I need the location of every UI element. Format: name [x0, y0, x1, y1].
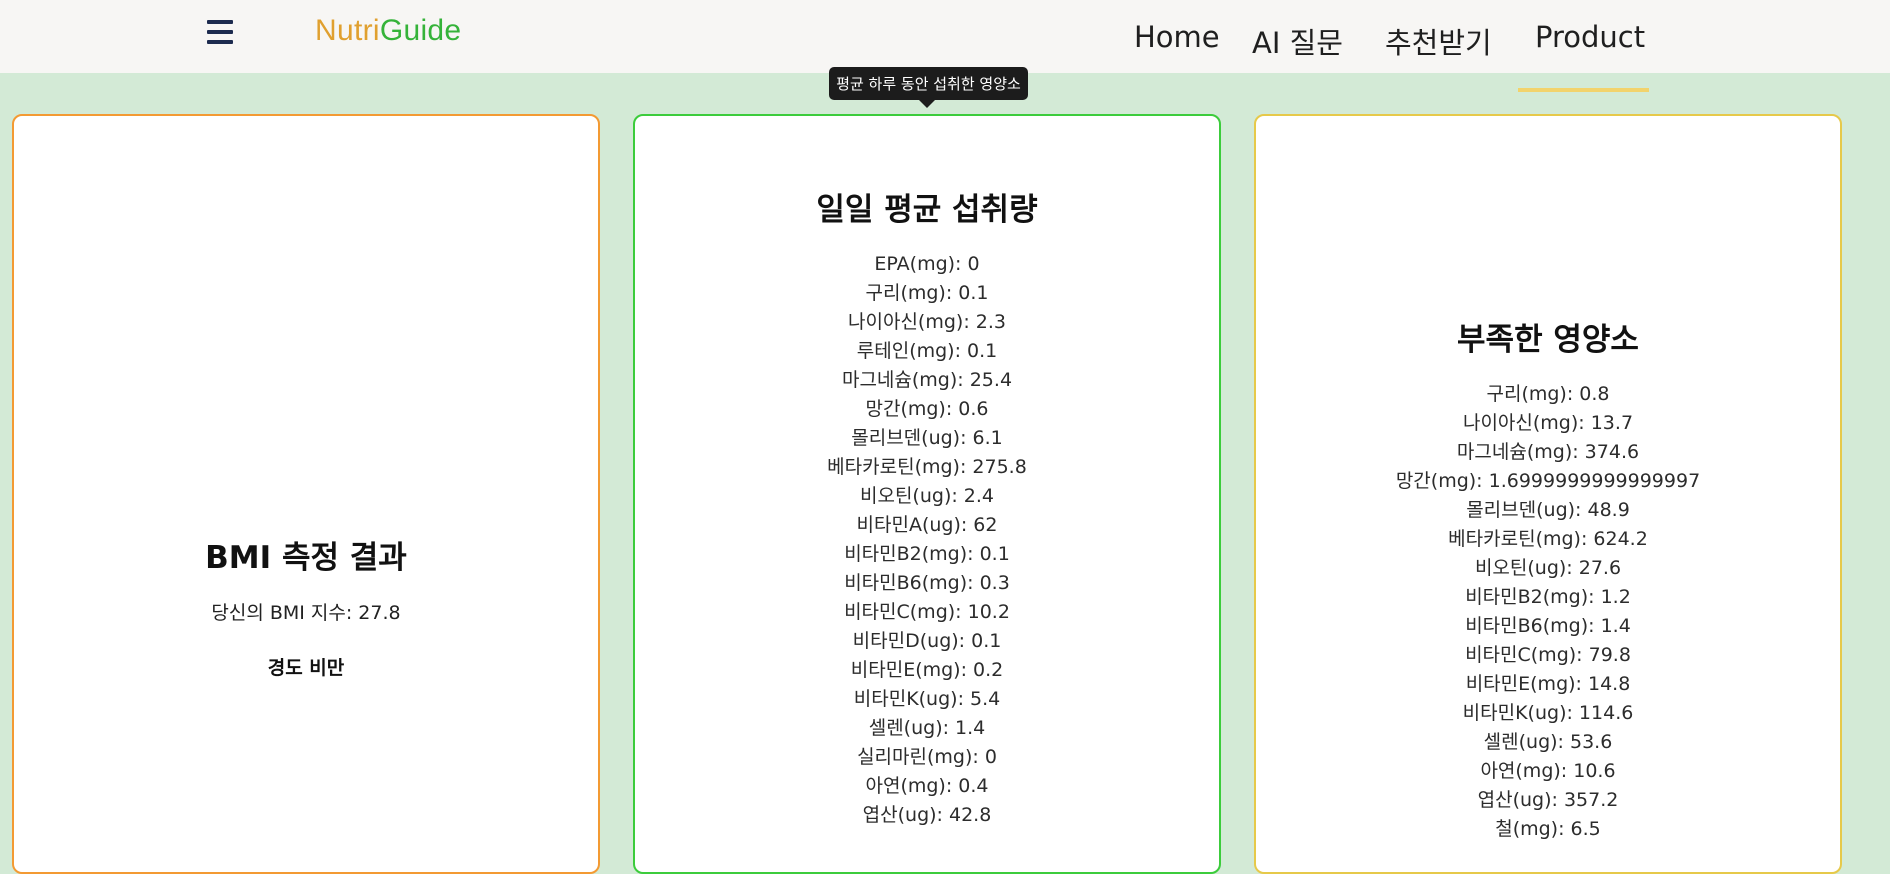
list-item: 나이아신(mg): 2.3 [848, 311, 1006, 333]
list-item: 베타카로틴(mg): 624.2 [1448, 528, 1648, 550]
list-item: 망간(mg): 0.6 [865, 398, 989, 420]
list-item: 몰리브덴(ug): 48.9 [1466, 499, 1630, 521]
list-item: 비타민D(ug): 0.1 [852, 630, 1002, 652]
daily-intake-list: EPA(mg): 0 구리(mg): 0.1 나이아신(mg): 2.3 루테인… [635, 250, 1219, 830]
list-item: 베타카로틴(mg): 275.8 [827, 456, 1027, 478]
nav-link-product[interactable]: Product [1535, 20, 1645, 54]
list-item: 비오틴(ug): 27.6 [1474, 557, 1622, 579]
list-item: 아연(mg): 0.4 [865, 775, 989, 797]
top-navbar: NutriGuide Home AI 질문 추천받기 Product [0, 0, 1890, 73]
list-item: 비타민B2(mg): 1.2 [1465, 586, 1631, 608]
list-item: 구리(mg): 0.8 [1486, 383, 1610, 405]
nav-links: Home AI 질문 추천받기 Product [0, 20, 1890, 60]
nav-active-underline [1518, 88, 1649, 92]
list-item: 셀렌(ug): 53.6 [1483, 731, 1613, 753]
list-item: 비타민B6(mg): 0.3 [844, 572, 1010, 594]
bmi-result-card: BMI 측정 결과 당신의 BMI 지수: 27.8 경도 비만 [12, 114, 600, 874]
list-item: 비타민C(mg): 79.8 [1465, 644, 1631, 666]
lack-card-title: 부족한 영양소 [1457, 322, 1639, 358]
lacking-nutrients-list: 구리(mg): 0.8 나이아신(mg): 13.7 마그네슘(mg): 374… [1256, 380, 1840, 844]
list-item: 루테인(mg): 0.1 [856, 340, 998, 362]
list-item: 나이아신(mg): 13.7 [1462, 412, 1634, 434]
list-item: EPA(mg): 0 [874, 253, 980, 275]
list-item: 셀렌(ug): 1.4 [868, 717, 986, 739]
tooltip: 평균 하루 동안 섭취한 영양소 [829, 67, 1028, 100]
lacking-nutrients-card: 부족한 영양소 구리(mg): 0.8 나이아신(mg): 13.7 마그네슘(… [1254, 114, 1842, 874]
tooltip-arrow-icon [919, 100, 935, 108]
list-item: 마그네슘(mg): 25.4 [841, 369, 1013, 391]
list-item: 망간(mg): 1.6999999999999997 [1395, 470, 1701, 492]
list-item: 엽산(ug): 42.8 [862, 804, 992, 826]
nav-link-recommend[interactable]: 추천받기 [1385, 20, 1492, 62]
list-item: 비오틴(ug): 2.4 [859, 485, 995, 507]
list-item: 비타민C(mg): 10.2 [844, 601, 1010, 623]
nav-link-home[interactable]: Home [1134, 20, 1220, 54]
list-item: 비타민E(mg): 0.2 [850, 659, 1004, 681]
list-item: 마그네슘(mg): 374.6 [1456, 441, 1640, 463]
list-item: 비타민K(ug): 5.4 [853, 688, 1001, 710]
list-item: 비타민K(ug): 114.6 [1462, 702, 1634, 724]
list-item: 구리(mg): 0.1 [865, 282, 989, 304]
list-item: 비타민B2(mg): 0.1 [844, 543, 1010, 565]
bmi-status-text: 경도 비만 [267, 657, 345, 679]
list-item: 몰리브덴(ug): 6.1 [851, 427, 1003, 449]
bmi-value-text: 당신의 BMI 지수: 27.8 [211, 602, 401, 624]
list-item: 비타민E(mg): 14.8 [1465, 673, 1631, 695]
daily-card-title: 일일 평균 섭취량 [816, 192, 1038, 228]
nav-link-ai-question[interactable]: AI 질문 [1252, 20, 1343, 62]
list-item: 비타민A(ug): 62 [856, 514, 998, 536]
daily-intake-card: 일일 평균 섭취량 EPA(mg): 0 구리(mg): 0.1 나이아신(mg… [633, 114, 1221, 874]
list-item: 실리마린(mg): 0 [857, 746, 997, 768]
list-item: 철(mg): 6.5 [1495, 818, 1601, 840]
list-item: 아연(mg): 10.6 [1480, 760, 1616, 782]
list-item: 비타민B6(mg): 1.4 [1465, 615, 1631, 637]
list-item: 엽산(ug): 357.2 [1477, 789, 1619, 811]
bmi-card-title: BMI 측정 결과 [205, 540, 407, 576]
